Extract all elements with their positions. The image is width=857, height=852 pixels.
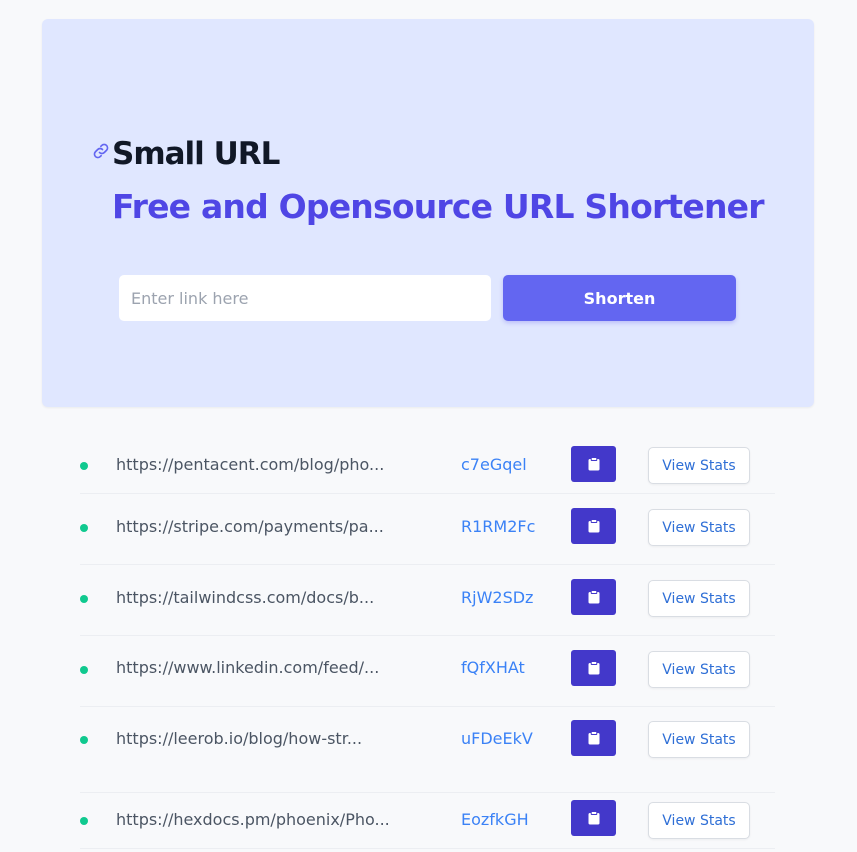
copy-button[interactable]: [571, 508, 616, 544]
copy-button[interactable]: [571, 579, 616, 615]
clipboard-icon: [588, 811, 599, 825]
view-stats-button[interactable]: View Stats: [648, 580, 750, 617]
status-dot: [80, 462, 88, 470]
short-code-link[interactable]: uFDeEkV: [461, 727, 533, 751]
link-icon: [93, 143, 109, 159]
original-url[interactable]: https://www.linkedin.com/feed/...: [116, 656, 379, 680]
app-title: Small URL: [112, 136, 280, 172]
link-row: https://tailwindcss.com/docs/b... RjW2SDz…: [80, 565, 775, 636]
shorten-button[interactable]: Shorten: [503, 275, 736, 321]
clipboard-icon: [588, 661, 599, 675]
link-row: https://stripe.com/payments/pa... R1RM2Fc…: [80, 494, 775, 565]
link-row: https://hexdocs.pm/phoenix/Pho... EozfkGH…: [80, 793, 775, 849]
clipboard-icon: [588, 590, 599, 604]
short-code-link[interactable]: c7eGqel: [461, 453, 527, 477]
link-row: https://pentacent.com/blog/pho... c7eGqel…: [80, 432, 775, 494]
short-code-link[interactable]: RjW2SDz: [461, 586, 533, 610]
short-code-link[interactable]: EozfkGH: [461, 808, 529, 832]
original-url[interactable]: https://hexdocs.pm/phoenix/Pho...: [116, 808, 390, 832]
brand: Small URL: [92, 136, 280, 172]
original-url[interactable]: https://stripe.com/payments/pa...: [116, 515, 384, 539]
link-row: https://leerob.io/blog/how-str... uFDeEkV…: [80, 707, 775, 793]
original-url[interactable]: https://pentacent.com/blog/pho...: [116, 453, 384, 477]
link-list: https://pentacent.com/blog/pho... c7eGqel…: [80, 432, 775, 849]
short-code-link[interactable]: fQfXHAt: [461, 656, 525, 680]
view-stats-button[interactable]: View Stats: [648, 447, 750, 484]
status-dot: [80, 736, 88, 744]
copy-button[interactable]: [571, 800, 616, 836]
view-stats-button[interactable]: View Stats: [648, 802, 750, 839]
status-dot: [80, 666, 88, 674]
status-dot: [80, 595, 88, 603]
page-tagline: Free and Opensource URL Shortener: [112, 187, 765, 226]
copy-button[interactable]: [571, 720, 616, 756]
view-stats-button[interactable]: View Stats: [648, 651, 750, 688]
status-dot: [80, 524, 88, 532]
status-dot: [80, 817, 88, 825]
copy-button[interactable]: [571, 650, 616, 686]
view-stats-button[interactable]: View Stats: [648, 509, 750, 546]
clipboard-icon: [588, 519, 599, 533]
clipboard-icon: [588, 731, 599, 745]
short-code-link[interactable]: R1RM2Fc: [461, 515, 535, 539]
link-row: https://www.linkedin.com/feed/... fQfXHAt…: [80, 636, 775, 707]
url-input[interactable]: [119, 275, 491, 321]
clipboard-icon: [588, 457, 599, 471]
original-url[interactable]: https://leerob.io/blog/how-str...: [116, 727, 378, 751]
original-url[interactable]: https://tailwindcss.com/docs/b...: [116, 586, 378, 610]
copy-button[interactable]: [571, 446, 616, 482]
view-stats-button[interactable]: View Stats: [648, 721, 750, 758]
